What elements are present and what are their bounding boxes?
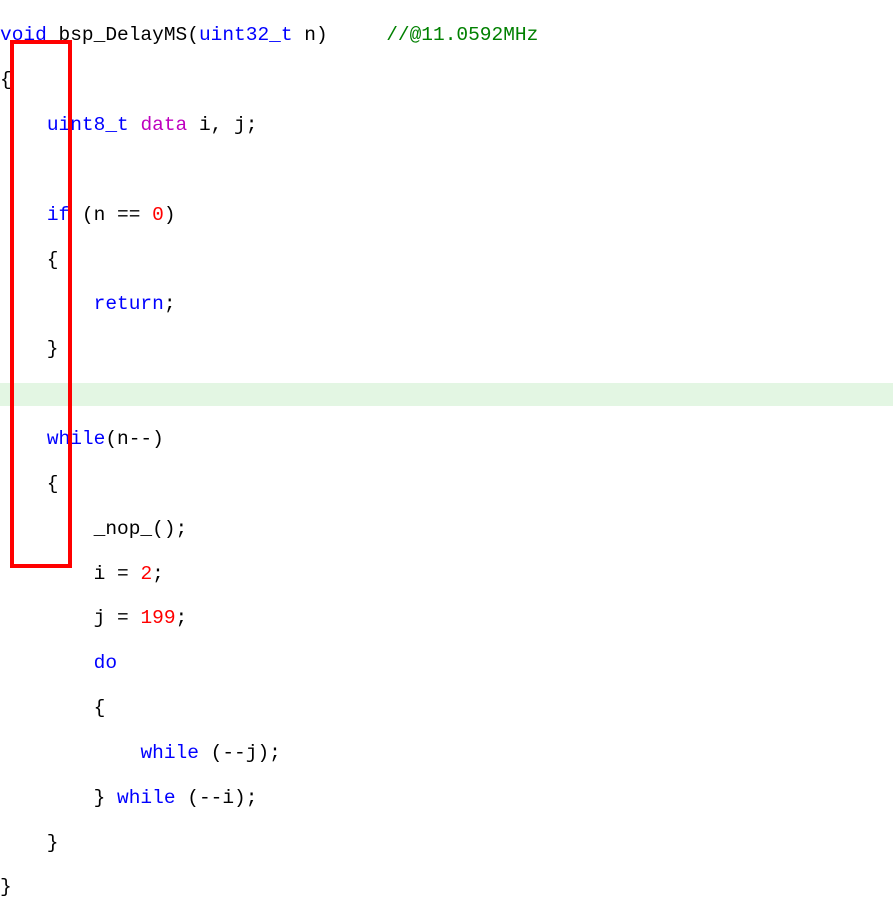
code-line: } xyxy=(0,876,893,898)
cond: (n--) xyxy=(105,428,164,450)
assign-j: j = xyxy=(0,607,140,629)
keyword-return: return xyxy=(94,293,164,315)
code-line: { xyxy=(0,249,893,271)
code-line: { xyxy=(0,697,893,719)
code-line: void bsp_DelayMS(uint32_t n) //@11.0592M… xyxy=(0,24,893,46)
keyword-while: while xyxy=(117,787,176,809)
argument: n) xyxy=(293,24,387,46)
code-line: { xyxy=(0,473,893,495)
code-line: i = 2; xyxy=(0,563,893,585)
code-editor[interactable]: void bsp_DelayMS(uint32_t n) //@11.0592M… xyxy=(0,0,893,921)
semi: ; xyxy=(164,293,176,315)
code-line: _nop_(); xyxy=(0,518,893,540)
indent xyxy=(0,204,47,226)
keyword-if: if xyxy=(47,204,70,226)
cond: (--j); xyxy=(199,742,281,764)
code-line-highlighted xyxy=(0,383,893,405)
code-line: } xyxy=(0,338,893,360)
code-line: if (n == 0) xyxy=(0,204,893,226)
cond-close: ) xyxy=(164,204,176,226)
close-brace: } xyxy=(0,787,117,809)
cond-open: (n == xyxy=(70,204,152,226)
indent xyxy=(0,428,47,450)
type-uint32: uint32_t xyxy=(199,24,293,46)
keyword-while: while xyxy=(47,428,106,450)
cond: (--i); xyxy=(176,787,258,809)
indent xyxy=(0,742,140,764)
vars: i, j; xyxy=(187,114,257,136)
comment: //@11.0592MHz xyxy=(386,24,538,46)
keyword-data: data xyxy=(140,114,187,136)
type-uint8: uint8_t xyxy=(47,114,129,136)
keyword-void: void xyxy=(0,24,47,46)
literal-2: 2 xyxy=(140,563,152,585)
keyword-do: do xyxy=(94,652,117,674)
code-line: do xyxy=(0,652,893,674)
literal-zero: 0 xyxy=(152,204,164,226)
code-line: return; xyxy=(0,293,893,315)
indent xyxy=(0,293,94,315)
code-line: j = 199; xyxy=(0,607,893,629)
code-line: uint8_t data i, j; xyxy=(0,114,893,136)
code-line: while(n--) xyxy=(0,428,893,450)
indent xyxy=(0,114,47,136)
code-line: } xyxy=(0,832,893,854)
literal-199: 199 xyxy=(140,607,175,629)
code-line xyxy=(0,159,893,181)
code-line: while (--j); xyxy=(0,742,893,764)
func-sig: bsp_DelayMS( xyxy=(47,24,199,46)
code-line: { xyxy=(0,69,893,91)
code-line: } while (--i); xyxy=(0,787,893,809)
indent xyxy=(0,652,94,674)
keyword-while: while xyxy=(140,742,199,764)
assign-i: i = xyxy=(0,563,140,585)
